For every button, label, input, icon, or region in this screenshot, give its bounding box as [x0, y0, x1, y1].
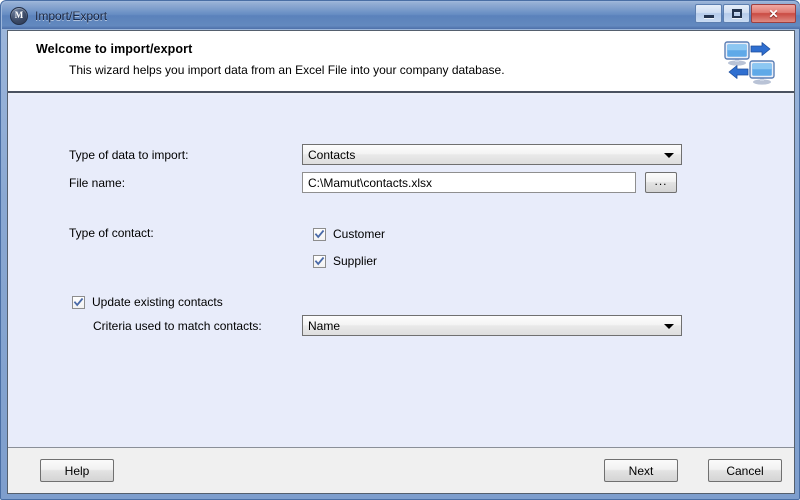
chevron-down-icon: [664, 323, 674, 329]
mamut-m-icon: M: [10, 6, 28, 25]
page-subtitle: This wizard helps you import data from a…: [69, 63, 505, 77]
title-bar[interactable]: M Import/Export ✕: [2, 2, 800, 29]
data-type-combobox[interactable]: Contacts: [302, 144, 682, 165]
checkbox-update-existing[interactable]: Update existing contacts: [72, 295, 223, 309]
import-export-computers-icon: [722, 37, 778, 87]
title-bar-sheen: [2, 2, 800, 15]
wizard-header: Welcome to import/export This wizard hel…: [8, 31, 794, 93]
minimize-icon: [703, 15, 714, 18]
criteria-value: Name: [308, 318, 341, 333]
data-type-label: Type of data to import:: [69, 148, 189, 162]
close-icon: ✕: [768, 6, 779, 21]
checkbox-update-existing-label: Update existing contacts: [92, 295, 223, 309]
checkbox-supplier-label: Supplier: [333, 254, 378, 268]
file-name-value: C:\Mamut\contacts.xlsx: [308, 175, 433, 190]
checkbox-box: [72, 295, 85, 309]
window-controls: ✕: [695, 4, 796, 23]
app-icon-letter: M: [14, 10, 24, 20]
next-button[interactable]: Next: [604, 459, 678, 482]
checkbox-box: [313, 227, 326, 241]
file-name-label: File name:: [69, 176, 126, 190]
checkbox-supplier[interactable]: Supplier: [313, 254, 377, 268]
dialog-footer: Help Next Cancel: [8, 447, 794, 493]
wizard-body: Type of data to import: Contacts File na…: [8, 95, 794, 471]
checkbox-customer[interactable]: Customer: [313, 227, 385, 241]
browse-button[interactable]: ...: [645, 172, 677, 193]
import-export-window: M Import/Export ✕ Welcome to import/expo…: [0, 0, 800, 500]
help-button[interactable]: Help: [40, 459, 114, 482]
maximize-icon: [731, 9, 742, 18]
file-name-input[interactable]: C:\Mamut\contacts.xlsx: [302, 172, 636, 193]
maximize-button[interactable]: [723, 4, 750, 23]
contact-type-label: Type of contact:: [69, 226, 154, 240]
window-title: Import/Export: [35, 8, 108, 23]
cancel-button[interactable]: Cancel: [708, 459, 782, 482]
chevron-down-icon: [664, 152, 674, 158]
criteria-combobox[interactable]: Name: [302, 315, 682, 336]
data-type-value: Contacts: [308, 147, 356, 162]
close-button[interactable]: ✕: [751, 4, 796, 23]
checkbox-box: [313, 254, 326, 268]
checkbox-customer-label: Customer: [333, 227, 386, 241]
page-title: Welcome to import/export: [36, 42, 193, 56]
minimize-button[interactable]: [695, 4, 722, 23]
client-area: Welcome to import/export This wizard hel…: [7, 30, 795, 494]
criteria-label: Criteria used to match contacts:: [93, 319, 262, 333]
